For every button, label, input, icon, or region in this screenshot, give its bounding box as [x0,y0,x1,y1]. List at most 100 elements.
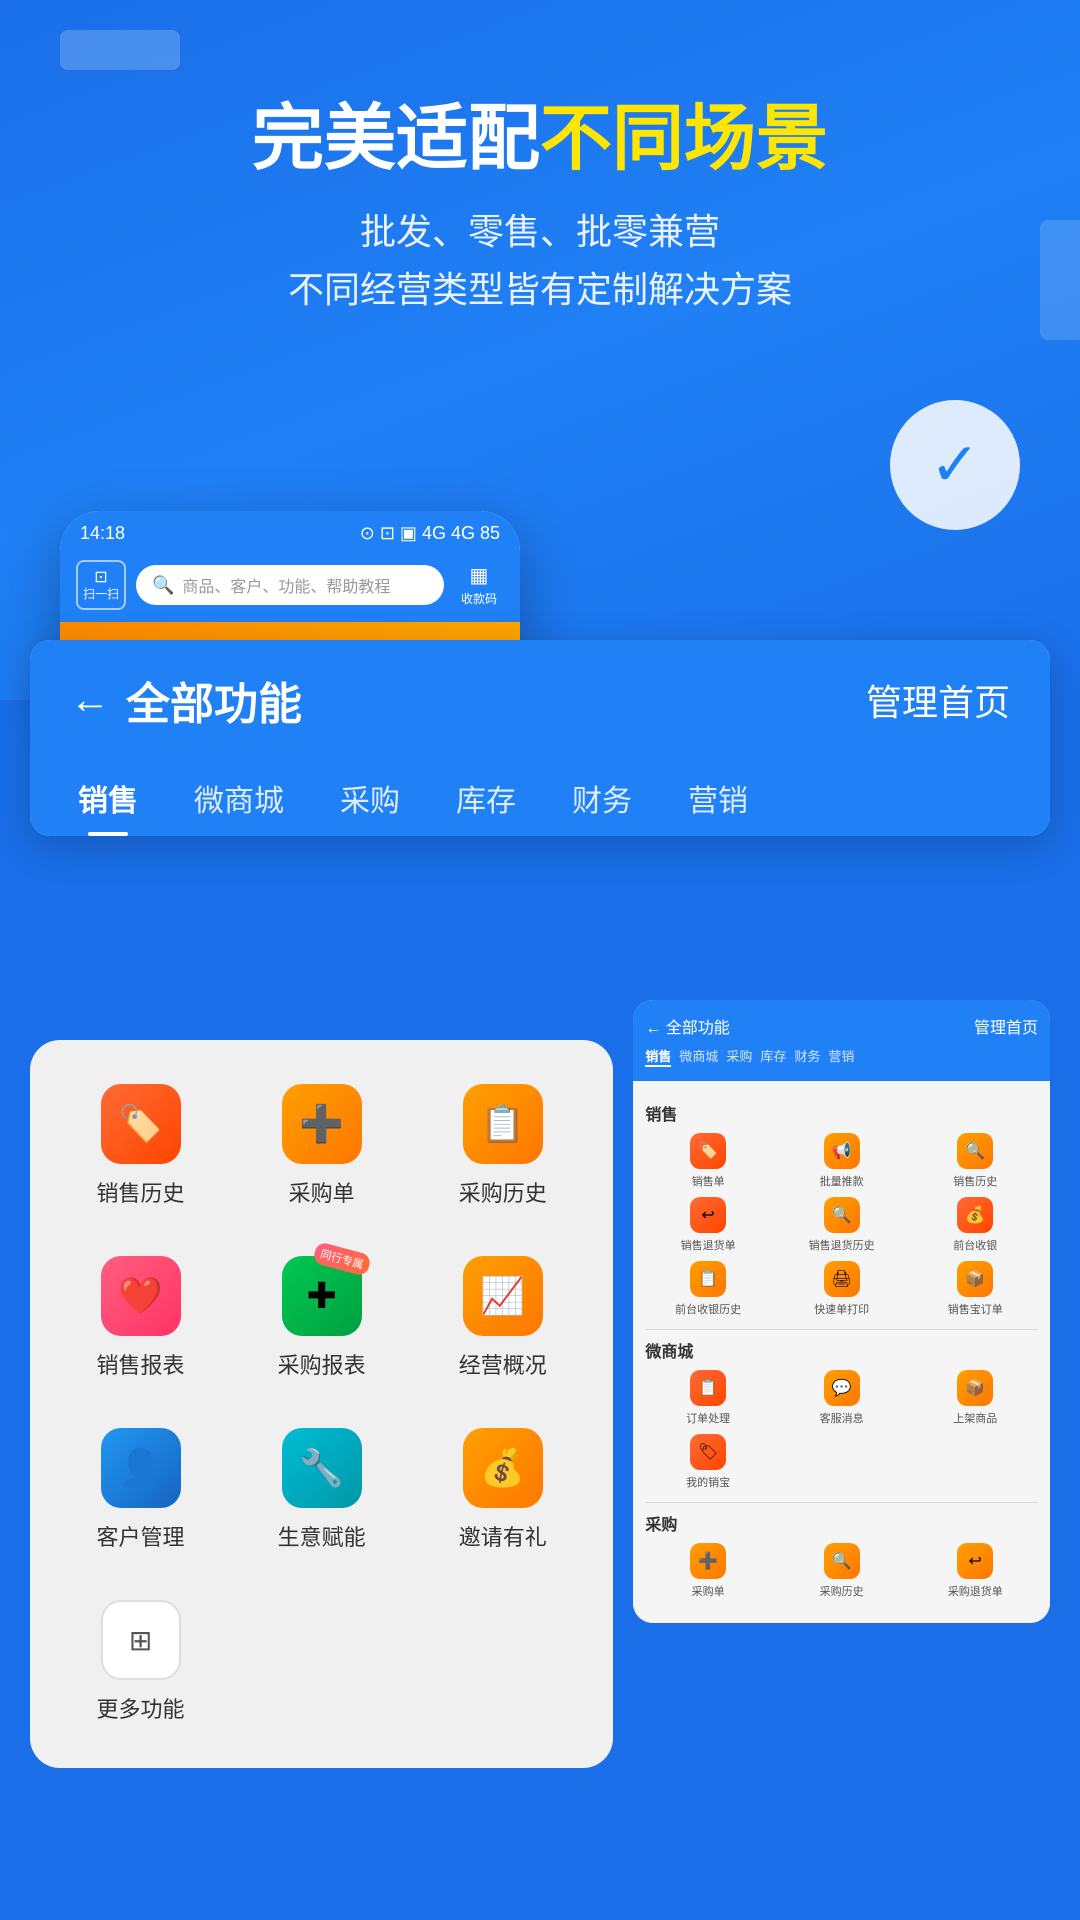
right-tabs: 销售 微商城 采购 库存 财务 营销 [645,1046,1038,1067]
right-section-micro: 微商城 [645,1338,1038,1362]
right-phone-content: 销售 🏷️ 销售单 📢 批量推款 🔍 销售历史 ↩ 销售退货单 [633,1081,1050,1623]
right-sales-return-history-icon: 🔍 [824,1197,860,1233]
right-tab-sales[interactable]: 销售 [645,1046,671,1067]
sales-history-label: 销售历史 [97,1176,185,1208]
right-item-pos[interactable]: 💰 前台收银 [912,1197,1038,1253]
search-placeholder: 商品、客户、功能、帮助教程 [182,573,390,597]
right-tab-micro[interactable]: 微商城 [679,1046,718,1067]
right-purchase-return-label: 采购退货单 [948,1583,1003,1599]
func-item-business-overview[interactable]: 📈 经营概况 [412,1232,593,1404]
function-grid: 🏷️ 销售历史 ➕ 采购单 📋 采购历史 ❤️ 销售报表 ✚ 同行专属 [30,1040,613,1768]
right-sales-order2-icon: 📦 [957,1261,993,1297]
hero-subtitle: 批发、零售、批零兼营 不同经营类型皆有定制解决方案 [288,203,792,318]
func-item-invite-gift[interactable]: 💰 邀请有礼 [412,1404,593,1576]
func-item-purchase-order[interactable]: ➕ 采购单 [231,1060,412,1232]
phone-time: 14:18 [80,523,125,544]
func-item-customer-mgmt[interactable]: 👤 客户管理 [50,1404,231,1576]
phone-status-bar: 14:18 ⊙ ⊡ ▣ 4G 4G 85 [60,511,520,552]
invite-gift-label: 邀请有礼 [459,1520,547,1552]
right-quick-print-icon: 🖨 [824,1261,860,1297]
right-pos-icon: 💰 [957,1197,993,1233]
right-purchase-grid: ➕ 采购单 🔍 采购历史 ↩ 采购退货单 [645,1543,1038,1599]
purchase-report-icon: ✚ 同行专属 [282,1256,362,1336]
purchase-report-label: 采购报表 [278,1348,366,1380]
business-overview-icon: 📈 [463,1256,543,1336]
right-tab-inventory[interactable]: 库存 [760,1046,786,1067]
right-purchase-return-icon: ↩ [957,1543,993,1579]
hero-title: 完美适配不同场景 [252,100,828,179]
business-overview-label: 经营概况 [459,1348,547,1380]
tab-finance[interactable]: 财务 [544,760,660,836]
customer-mgmt-icon: 👤 [101,1428,181,1508]
right-item-sales-return-history[interactable]: 🔍 销售退货历史 [779,1197,905,1253]
right-quick-print-label: 快速单打印 [814,1301,869,1317]
panel-tabs: 销售 微商城 采购 库存 财务 营销 [30,760,1050,836]
right-back-label[interactable]: ← 全部功能 [645,1014,729,1038]
right-sales-history-label: 销售历史 [953,1173,997,1189]
customer-mgmt-label: 客户管理 [97,1520,185,1552]
right-item-purchase-history[interactable]: 🔍 采购历史 [779,1543,905,1599]
invite-gift-icon: 💰 [463,1428,543,1508]
search-input-mock[interactable]: 🔍 商品、客户、功能、帮助教程 [136,565,444,605]
func-item-purchase-history[interactable]: 📋 采购历史 [412,1060,593,1232]
right-my-salesbao-label: 我的销宝 [686,1474,730,1490]
phone-search-bar: ⊡ 扫一扫 🔍 商品、客户、功能、帮助教程 ▦ 收款码 [60,552,520,622]
func-item-more[interactable]: ⊞ 更多功能 [50,1576,231,1748]
right-item-quick-print[interactable]: 🖨 快速单打印 [779,1261,905,1317]
scan-icon-box[interactable]: ⊡ 扫一扫 [76,560,126,610]
right-sales-return-label: 销售退货单 [681,1237,736,1253]
right-item-sales-order2[interactable]: 📦 销售宝订单 [912,1261,1038,1317]
right-order-process-icon: 📋 [690,1370,726,1406]
tab-purchase[interactable]: 采购 [312,760,428,836]
right-phone-header: ← 全部功能 管理首页 销售 微商城 采购 库存 财务 营销 [633,1000,1050,1081]
business-empower-label: 生意赋能 [278,1520,366,1552]
business-empower-icon: 🔧 [282,1428,362,1508]
search-icon: 🔍 [152,575,174,596]
qr-icon-box[interactable]: ▦ 收款码 [454,560,504,610]
right-item-sales-order[interactable]: 🏷️ 销售单 [645,1133,771,1189]
right-item-customer-msg[interactable]: 💬 客服消息 [779,1370,905,1426]
decor-rect [1040,220,1080,340]
right-bulk-push-icon: 📢 [824,1133,860,1169]
sales-report-icon: ❤️ [101,1256,181,1336]
hero-title-yellow: 不同场景 [540,99,828,179]
more-functions-icon: ⊞ [101,1600,181,1680]
right-item-order-process[interactable]: 📋 订单处理 [645,1370,771,1426]
right-tab-finance[interactable]: 财务 [794,1046,820,1067]
right-customer-msg-icon: 💬 [824,1370,860,1406]
right-item-pos-history[interactable]: 📋 前台收银历史 [645,1261,771,1317]
tab-inventory[interactable]: 库存 [428,760,544,836]
panel-title: 全部功能 [126,668,302,732]
right-item-list-product[interactable]: 📦 上架商品 [912,1370,1038,1426]
right-item-sales-return[interactable]: ↩ 销售退货单 [645,1197,771,1253]
right-item-sales-history[interactable]: 🔍 销售历史 [912,1133,1038,1189]
func-item-business-empower[interactable]: 🔧 生意赋能 [231,1404,412,1576]
scan-label: 扫一扫 [83,587,119,601]
tab-micro-mall[interactable]: 微商城 [166,760,312,836]
phone-icons: ⊙ ⊡ ▣ 4G 4G 85 [360,523,500,544]
func-item-sales-history[interactable]: 🏷️ 销售历史 [50,1060,231,1232]
tab-sales[interactable]: 销售 [50,760,166,836]
right-sales-history-icon: 🔍 [957,1133,993,1169]
right-tab-purchase[interactable]: 采购 [726,1046,752,1067]
right-sales-order-label: 销售单 [692,1173,725,1189]
right-manage-label[interactable]: 管理首页 [974,1014,1038,1038]
back-arrow-icon[interactable]: ← [70,678,110,723]
func-item-sales-report[interactable]: ❤️ 销售报表 [50,1232,231,1404]
checkmark-icon: ✓ [930,430,980,500]
purchase-order-icon: ➕ [282,1084,362,1164]
func-item-purchase-report[interactable]: ✚ 同行专属 采购报表 [231,1232,412,1404]
right-pos-history-label: 前台收银历史 [675,1301,741,1317]
right-pos-label: 前台收银 [953,1237,997,1253]
right-item-purchase-return[interactable]: ↩ 采购退货单 [912,1543,1038,1599]
right-pos-history-icon: 📋 [690,1261,726,1297]
tab-marketing[interactable]: 营销 [660,760,776,836]
right-item-my-salesbao[interactable]: 🏷 我的销宝 [645,1434,771,1490]
manage-homepage-link[interactable]: 管理首页 [866,674,1010,726]
purchase-history-icon: 📋 [463,1084,543,1164]
right-sales-order-icon: 🏷️ [690,1133,726,1169]
left-phone: 🏷️ 销售历史 ➕ 采购单 📋 采购历史 ❤️ 销售报表 ✚ 同行专属 [30,1040,613,1768]
right-item-purchase-order[interactable]: ➕ 采购单 [645,1543,771,1599]
right-item-bulk-push[interactable]: 📢 批量推款 [779,1133,905,1189]
right-tab-marketing[interactable]: 营销 [828,1046,854,1067]
